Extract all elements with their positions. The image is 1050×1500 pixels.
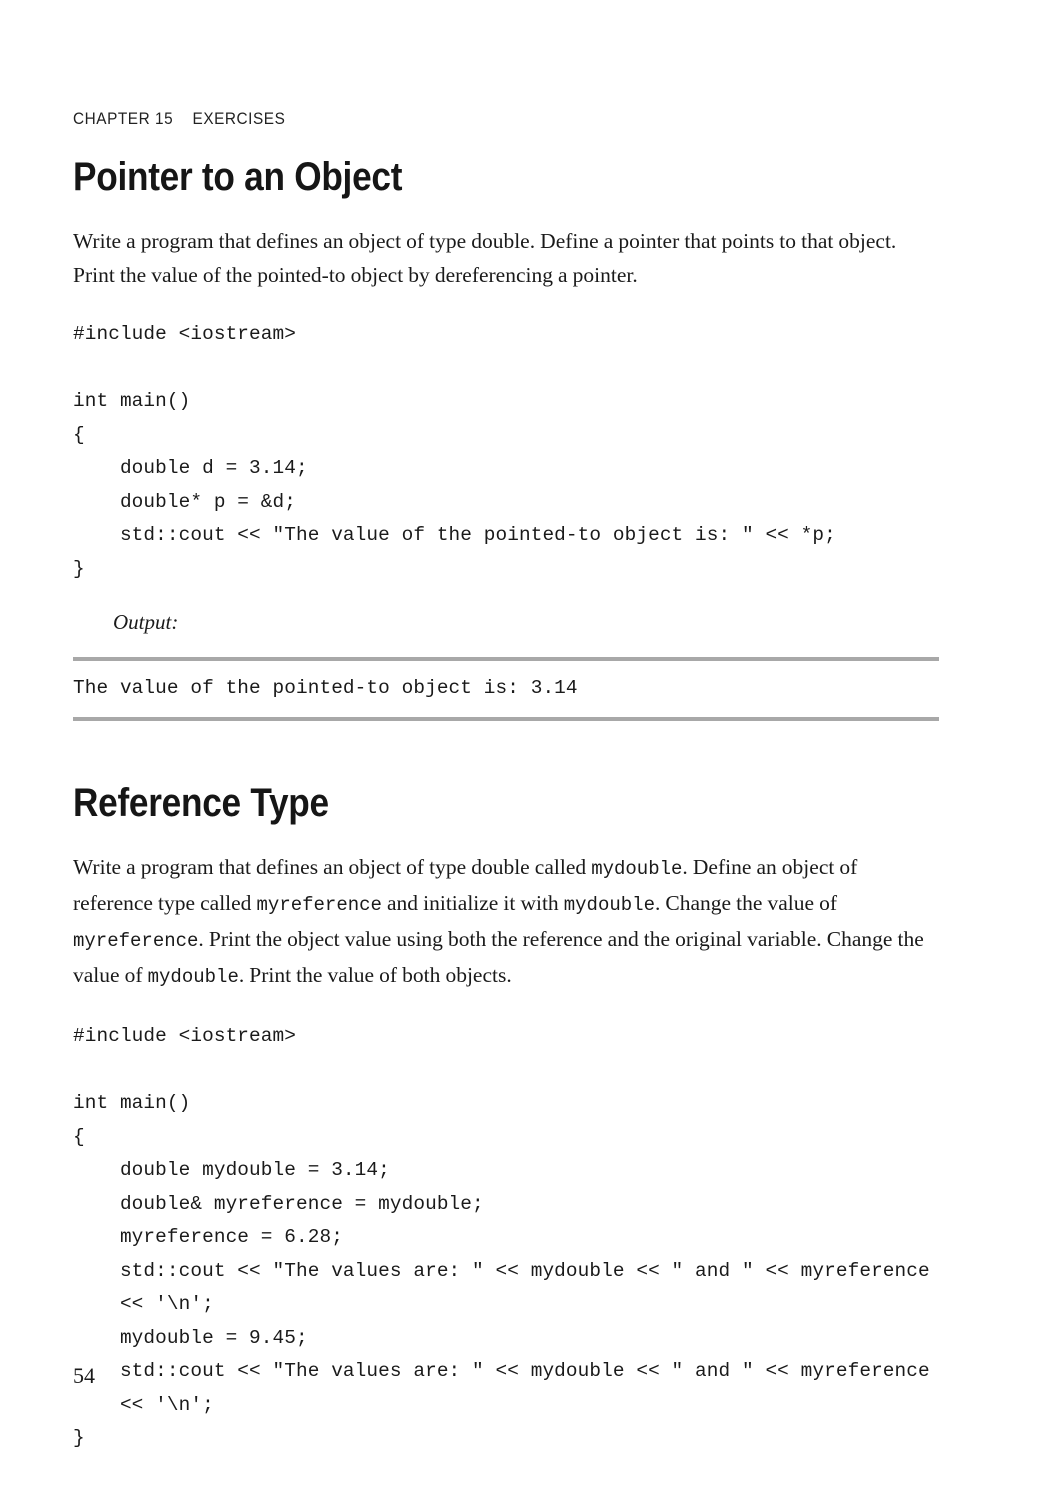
section-title-pointer-to-an-object: Pointer to an Object [73, 155, 403, 199]
inline-code: mydouble [591, 858, 683, 880]
section-paragraph-reference-type: Write a program that defines an object o… [73, 855, 924, 988]
code-block-reference-type: #include <iostream> int main() { double … [73, 1025, 930, 1449]
inline-code: myreference [256, 894, 382, 916]
book-page: CHAPTER 15 EXERCISES Pointer to an Objec… [0, 0, 1050, 1500]
inline-code: mydouble [563, 894, 655, 916]
running-head: CHAPTER 15 EXERCISES [73, 110, 286, 128]
inline-code: mydouble [147, 966, 239, 988]
page-number: 54 [73, 1363, 95, 1388]
page-content: CHAPTER 15 EXERCISES Pointer to an Objec… [73, 0, 939, 1456]
output-text-pointer-to-an-object: The value of the pointed-to object is: 3… [73, 677, 578, 699]
section-title-reference-type: Reference Type [73, 781, 329, 825]
output-label-pointer-to-an-object: Output: [113, 610, 179, 634]
inline-code: myreference [73, 930, 199, 952]
output-box-pointer-to-an-object: The value of the pointed-to object is: 3… [73, 657, 939, 721]
section-paragraph-pointer-to-an-object: Write a program that defines an object o… [73, 229, 897, 287]
code-block-pointer-to-an-object: #include <iostream> int main() { double … [73, 323, 836, 580]
